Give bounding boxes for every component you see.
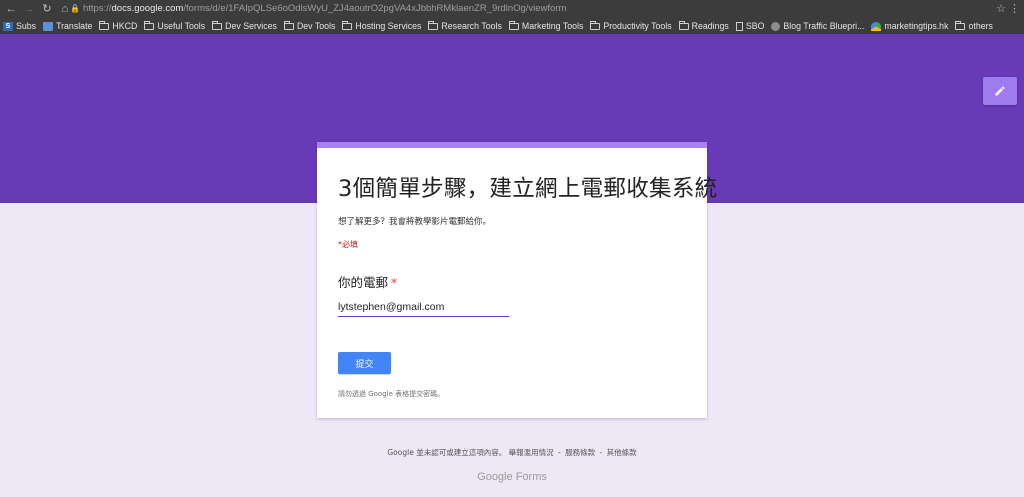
other-terms-link[interactable]: 其他條款 xyxy=(607,448,637,457)
folder-icon xyxy=(428,20,439,30)
footer-disclaimer: Google 並未認可或建立這項內容。 xyxy=(387,448,507,457)
bookmark-label: Dev Services xyxy=(225,21,277,31)
folder-icon xyxy=(590,20,601,30)
required-note: *必填 xyxy=(338,240,358,249)
translate-icon xyxy=(43,21,54,31)
url-bar[interactable]: 🔒 https://docs.google.com/forms/d/e/1FAI… xyxy=(70,2,1010,15)
lock-icon: 🔒 xyxy=(70,4,80,13)
report-abuse-link[interactable]: 舉報濫用情況 xyxy=(509,448,554,457)
folder-icon xyxy=(212,20,223,30)
folder-icon xyxy=(342,20,353,30)
question-text: 你的電郵 xyxy=(338,275,389,290)
terms-link[interactable]: 服務條款 xyxy=(565,448,595,457)
bookmark-item[interactable]: others xyxy=(955,20,993,31)
bookmark-label: marketingtips.hk xyxy=(884,21,949,31)
submit-button[interactable]: 提交 xyxy=(338,352,391,374)
bookmark-item[interactable]: marketingtips.hk xyxy=(871,21,948,31)
logo-google-text: Google xyxy=(477,471,513,483)
bookmark-item[interactable]: Marketing Tools xyxy=(508,20,584,31)
reload-icon[interactable]: ↻ xyxy=(40,2,54,16)
browser-chrome: ← → ↻ ⌂ 🔒 https://docs.google.com/forms/… xyxy=(0,0,1024,34)
edit-form-button[interactable] xyxy=(983,77,1017,105)
bookmark-item[interactable]: Blog Traffic Bluepri... xyxy=(771,21,864,31)
bookmark-label: Productivity Tools xyxy=(603,21,672,31)
folder-icon xyxy=(283,20,294,30)
bookmark-item[interactable]: SBO xyxy=(735,21,765,31)
bookmark-label: SBO xyxy=(745,21,765,31)
folder-icon xyxy=(955,20,966,30)
bookmark-label: Blog Traffic Bluepri... xyxy=(783,21,865,31)
bookmark-item[interactable]: HKCD xyxy=(99,20,138,31)
bookmark-label: Subs xyxy=(16,21,37,31)
bookmark-label: HKCD xyxy=(112,21,138,31)
url-text: https://docs.google.com/forms/d/e/1FAIpQ… xyxy=(83,3,567,14)
bookmark-label: Hosting Services xyxy=(355,21,422,31)
footer-separator: - xyxy=(558,448,561,457)
bookmark-star-icon[interactable]: ☆ xyxy=(996,2,1006,15)
back-icon[interactable]: ← xyxy=(4,2,18,16)
bookmark-label: Marketing Tools xyxy=(521,21,584,31)
bookmark-label: Translate xyxy=(56,21,93,31)
password-warning: 請勿透過 Google 表格提交密碼。 xyxy=(338,390,445,398)
pencil-icon xyxy=(995,86,1005,96)
page-icon xyxy=(735,21,743,31)
bookmark-label: Dev Tools xyxy=(296,21,336,31)
bookmark-label: Useful Tools xyxy=(157,21,206,31)
bookmark-item[interactable]: S Subs xyxy=(3,21,36,31)
bookmark-item[interactable]: Translate xyxy=(43,21,92,31)
footer-notice: Google 並未認可或建立這項內容。 舉報濫用情況 - 服務條款 - 其他條款 xyxy=(0,447,1024,458)
folder-icon xyxy=(508,20,519,30)
bookmark-item[interactable]: Dev Tools xyxy=(283,20,336,31)
required-asterisk: * xyxy=(391,275,398,290)
question-label: 你的電郵 * xyxy=(338,272,397,291)
bookmark-label: others xyxy=(968,21,993,31)
bookmark-item[interactable]: Useful Tools xyxy=(144,20,206,31)
form-card: 3個簡單步驟，建立網上電郵收集系統 想了解更多？我會將教學影片電郵給你。 *必填… xyxy=(317,142,717,418)
blog-icon xyxy=(771,21,781,31)
email-field[interactable] xyxy=(338,298,509,317)
bookmark-item[interactable]: Readings xyxy=(678,20,729,31)
bookmark-label: Readings xyxy=(691,21,729,31)
folder-icon xyxy=(99,20,110,30)
subs-icon: S xyxy=(3,21,13,31)
folder-icon xyxy=(678,20,689,30)
browser-menu-icon[interactable]: ⋮ xyxy=(1009,2,1020,15)
bookmarks-bar: S Subs Translate HKCD Useful Tools Dev Servic… xyxy=(0,18,1024,34)
marketingtips-icon xyxy=(871,21,882,31)
google-forms-logo[interactable]: Google Forms xyxy=(0,471,1024,483)
forward-icon[interactable]: → xyxy=(22,2,36,16)
form-description: 想了解更多？我會將教學影片電郵給你。 xyxy=(338,217,492,227)
logo-forms-text: Forms xyxy=(515,471,547,483)
footer-separator: - xyxy=(599,448,603,457)
folder-icon xyxy=(144,20,155,30)
bookmark-item[interactable]: Productivity Tools xyxy=(590,20,672,31)
form-title: 3個簡單步驟，建立網上電郵收集系統 xyxy=(338,176,718,202)
bookmark-item[interactable]: Hosting Services xyxy=(342,20,422,31)
bookmark-item[interactable]: Research Tools xyxy=(428,20,502,31)
bookmark-label: Research Tools xyxy=(441,21,502,31)
bookmark-item[interactable]: Dev Services xyxy=(212,20,277,31)
address-bar-row: ← → ↻ ⌂ 🔒 https://docs.google.com/forms/… xyxy=(0,0,1024,17)
